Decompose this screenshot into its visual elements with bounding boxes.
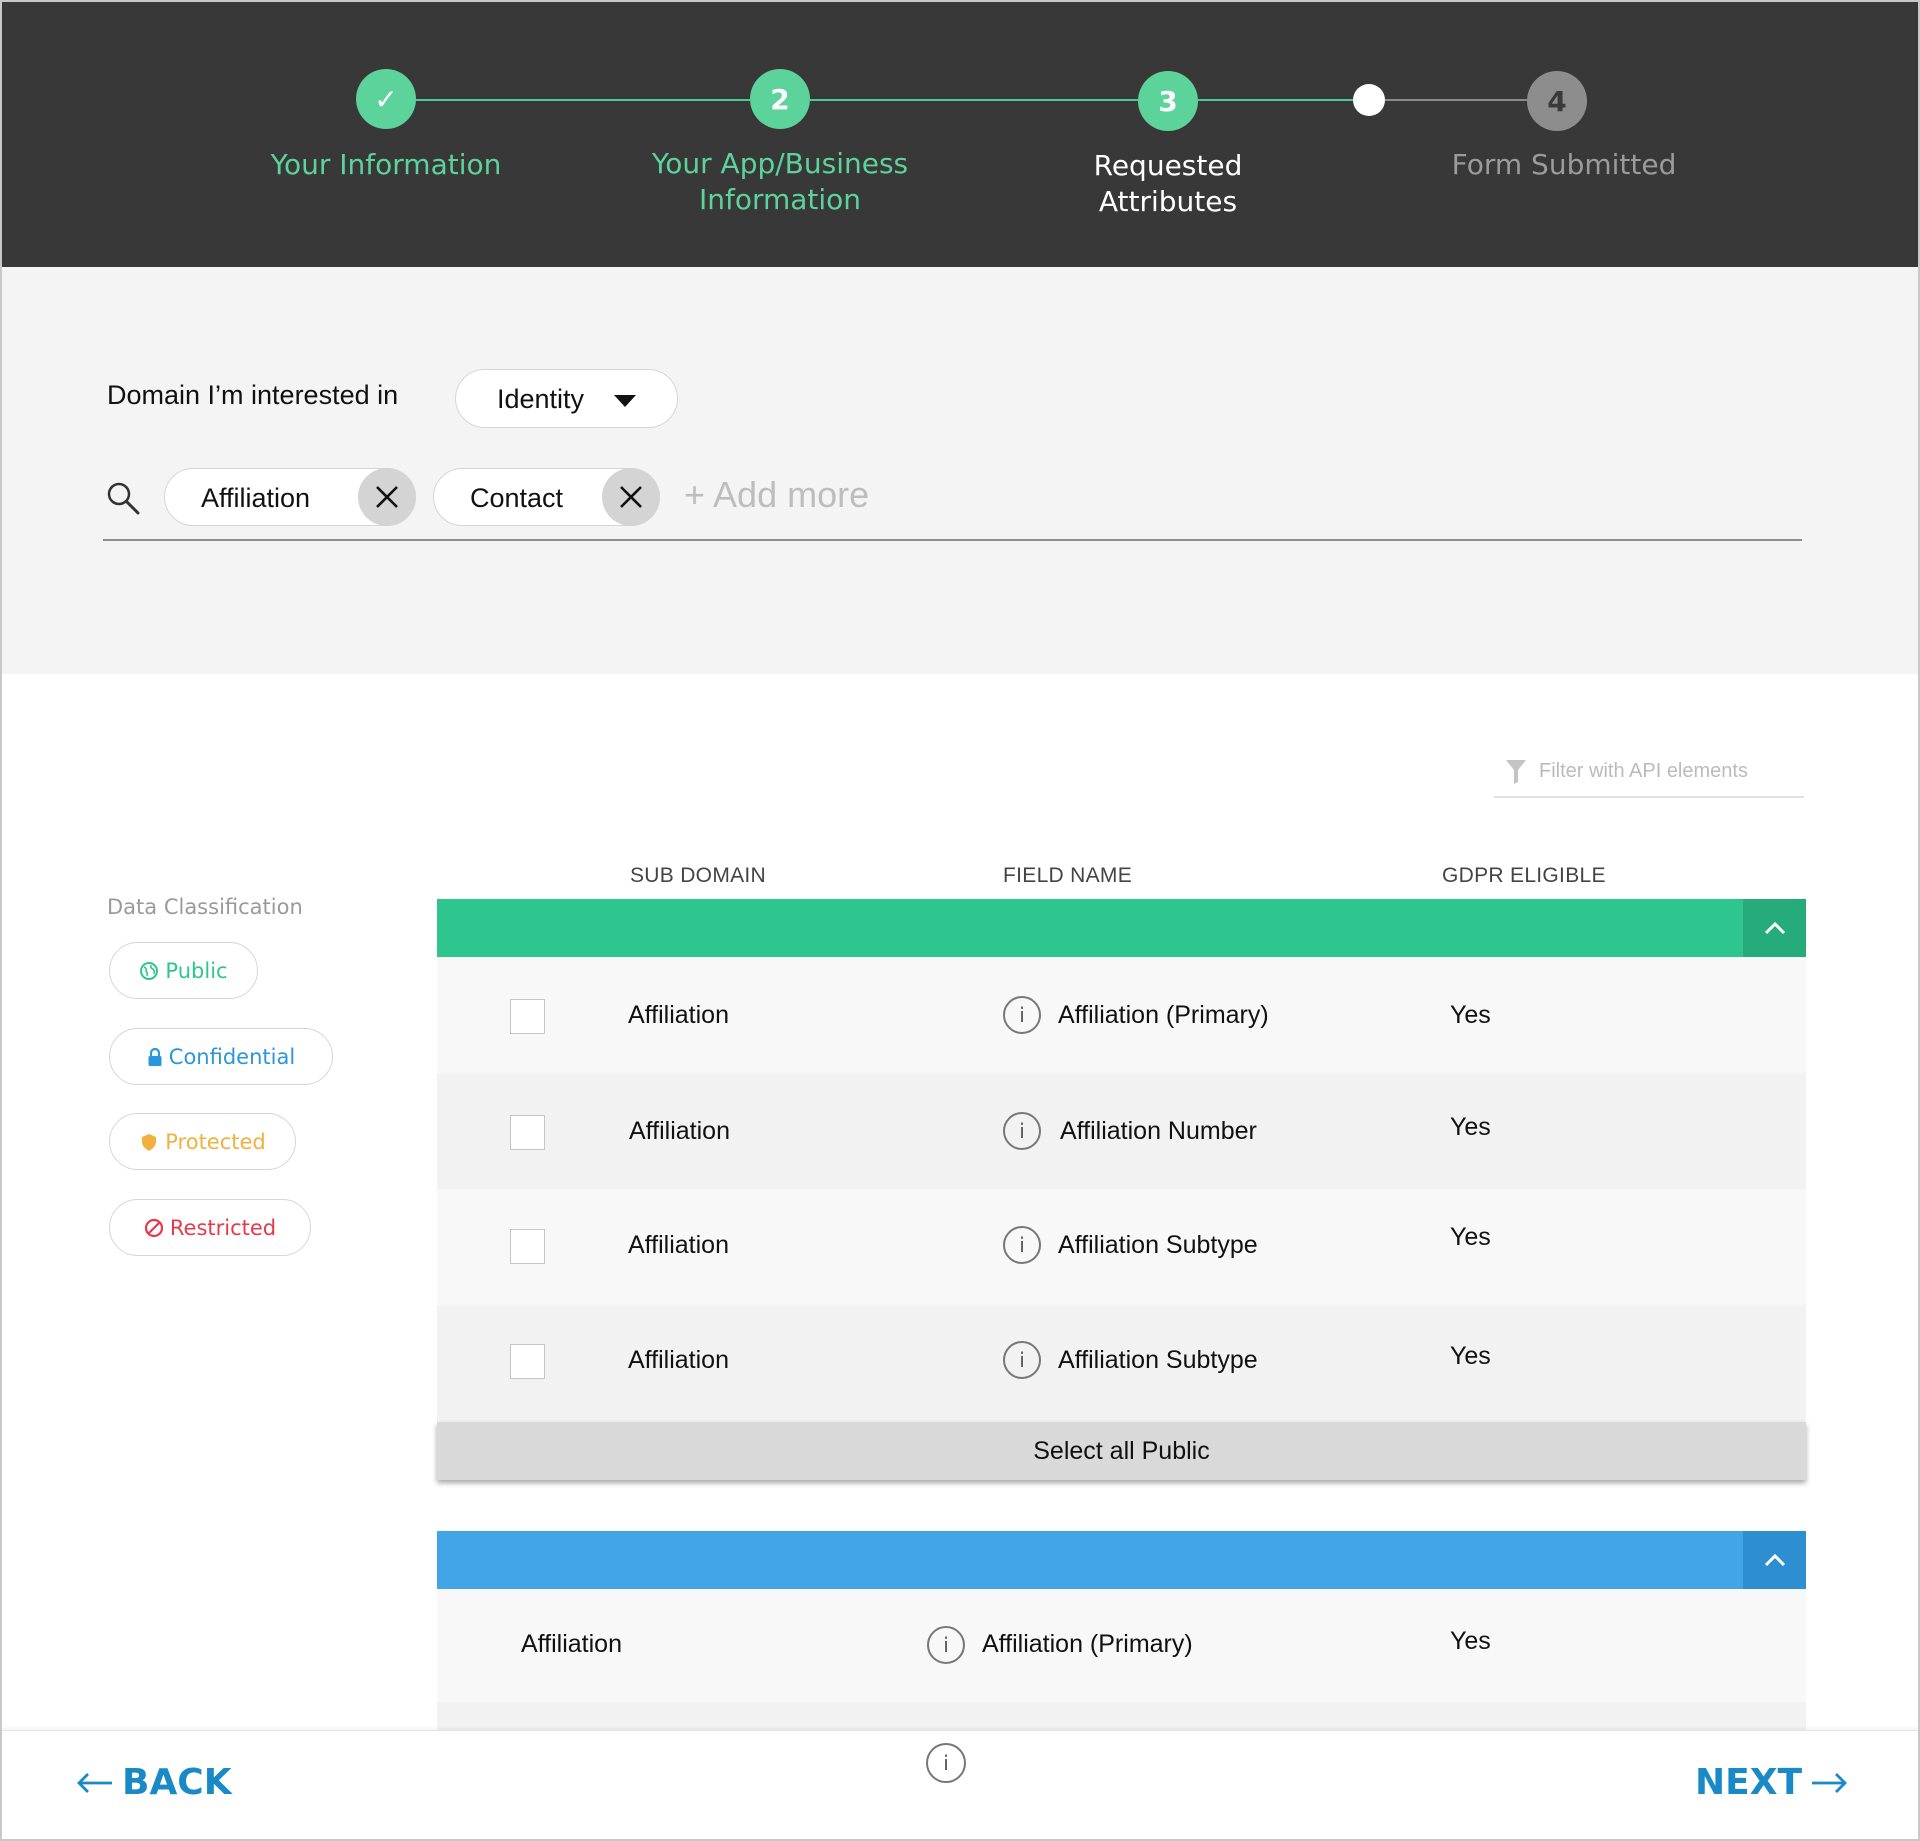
page: ✓ Your Information 2 Your App/Business I…: [0, 0, 1920, 1841]
row-checkbox[interactable]: [510, 1229, 545, 1264]
add-more-input[interactable]: + Add more: [684, 474, 869, 516]
stepper-connector: [1198, 99, 1353, 101]
step-4-label: Form Submitted: [1451, 148, 1677, 181]
row-gdpr-eligible: Yes: [1450, 1001, 1491, 1029]
info-icon[interactable]: i: [1003, 996, 1041, 1034]
row-checkbox[interactable]: [510, 1344, 545, 1379]
step-2-circle[interactable]: 2: [750, 69, 810, 129]
confidential-group-header[interactable]: [437, 1531, 1806, 1589]
step-3-label-line1: Requested: [1093, 149, 1243, 182]
step-3-label[interactable]: Requested Attributes: [1028, 148, 1308, 220]
info-icon[interactable]: i: [1003, 1226, 1041, 1264]
classification-public-label: Public: [165, 958, 228, 983]
column-header-sub-domain: SUB DOMAIN: [630, 864, 767, 887]
row-checkbox[interactable]: [510, 1115, 545, 1150]
search-chip-contact: Contact: [433, 468, 660, 526]
shield-icon: [142, 1133, 157, 1151]
table-row[interactable]: Affiliation i Affiliation (Primary) Yes: [437, 957, 1806, 1073]
classification-restricted-button[interactable]: Restricted: [109, 1199, 311, 1256]
search-underline: [103, 539, 1802, 541]
info-icon[interactable]: i: [927, 1626, 965, 1664]
footer-info-icon[interactable]: i: [926, 1743, 966, 1783]
row-gdpr-eligible: Yes: [1450, 1342, 1491, 1370]
info-icon[interactable]: i: [1003, 1341, 1041, 1379]
domain-dropdown[interactable]: Identity: [455, 369, 678, 428]
row-sub-domain: Affiliation: [628, 1001, 729, 1029]
step-1-label[interactable]: Your Information: [242, 147, 530, 183]
api-filter-placeholder: Filter with API elements: [1539, 760, 1748, 782]
search-icon[interactable]: [105, 480, 141, 516]
stepper-connector: [416, 99, 750, 101]
filter-icon: [1506, 760, 1526, 784]
row-gdpr-eligible: Yes: [1450, 1223, 1491, 1251]
chip-label: Affiliation: [201, 483, 311, 513]
no-entry-icon: [144, 1218, 163, 1237]
collapse-chevron-up-icon[interactable]: [1743, 1531, 1806, 1589]
chip-label: Contact: [470, 483, 564, 513]
classification-confidential-label: Confidential: [168, 1044, 296, 1069]
step-3-label-line2: Attributes: [1098, 185, 1238, 218]
collapse-chevron-up-icon[interactable]: [1743, 899, 1806, 957]
globe-icon: [140, 961, 159, 980]
row-sub-domain: Affiliation: [629, 1117, 730, 1145]
row-gdpr-eligible: Yes: [1450, 1627, 1491, 1655]
classification-protected-button[interactable]: Protected: [109, 1113, 296, 1170]
select-all-public-button[interactable]: Select all Public: [437, 1422, 1806, 1480]
info-icon[interactable]: i: [1003, 1112, 1041, 1150]
row-field-name: Affiliation Number: [1060, 1117, 1257, 1145]
search-chip-affiliation: Affiliation: [164, 468, 416, 526]
table-row[interactable]: Affiliation i Affiliation Subtype Yes: [437, 1305, 1806, 1422]
stepper-connector: [810, 99, 1138, 101]
row-sub-domain: Affiliation: [521, 1630, 622, 1658]
remove-chip-close-icon[interactable]: [358, 468, 416, 526]
lock-icon: [148, 1047, 162, 1066]
back-button[interactable]: BACK: [76, 1762, 232, 1803]
caret-down-icon: [614, 395, 636, 407]
next-label: NEXT: [1695, 1762, 1803, 1803]
data-classification-label: Data Classification: [107, 895, 303, 919]
row-field-name: Affiliation Subtype: [1058, 1346, 1258, 1374]
classification-restricted-label: Restricted: [169, 1215, 277, 1240]
table-row: [437, 1702, 1806, 1730]
row-field-name: Affiliation (Primary): [1058, 1001, 1269, 1029]
table-row[interactable]: Affiliation i Affiliation Subtype Yes: [437, 1189, 1806, 1305]
classification-confidential-button[interactable]: Confidential: [109, 1028, 333, 1085]
row-sub-domain: Affiliation: [628, 1231, 729, 1259]
domain-dropdown-value: Identity: [497, 384, 585, 414]
row-gdpr-eligible: Yes: [1450, 1113, 1491, 1141]
next-button[interactable]: NEXT: [1695, 1762, 1848, 1803]
step-4-circle: 4: [1527, 71, 1587, 131]
row-field-name: Affiliation (Primary): [982, 1630, 1193, 1658]
classification-public-button[interactable]: Public: [109, 942, 258, 999]
step-2-label-line1: Your App/Business: [651, 147, 909, 180]
row-sub-domain: Affiliation: [628, 1346, 729, 1374]
remove-chip-close-icon[interactable]: [602, 468, 660, 526]
footer-bar: [2, 1730, 1918, 1839]
select-all-public-label: Select all Public: [1033, 1437, 1210, 1465]
step-2-label-line2: Information: [698, 183, 862, 216]
column-header-gdpr-eligible: GDPR ELIGIBLE: [1442, 864, 1606, 887]
classification-protected-label: Protected: [165, 1129, 266, 1154]
stepper-connector: [1385, 99, 1527, 101]
public-group-header[interactable]: [437, 899, 1806, 957]
row-checkbox[interactable]: [510, 999, 545, 1034]
step-2-label[interactable]: Your App/Business Information: [620, 146, 940, 218]
column-header-field-name: FIELD NAME: [1003, 864, 1133, 887]
table-row: Affiliation i Affiliation (Primary) Yes: [437, 1589, 1806, 1702]
arrow-right-icon: [1812, 1772, 1848, 1793]
api-filter-input[interactable]: Filter with API elements: [1494, 742, 1804, 798]
step-1-check-icon[interactable]: ✓: [356, 69, 416, 129]
step-progress-dot: [1353, 84, 1385, 116]
progress-stepper: ✓ Your Information 2 Your App/Business I…: [2, 2, 1918, 267]
domain-label: Domain I’m interested in: [107, 380, 399, 410]
back-label: BACK: [122, 1762, 232, 1803]
table-row[interactable]: Affiliation i Affiliation Number Yes: [437, 1073, 1806, 1189]
step-3-circle[interactable]: 3: [1138, 71, 1198, 131]
row-field-name: Affiliation Subtype: [1058, 1231, 1258, 1259]
arrow-left-icon: [77, 1772, 112, 1793]
